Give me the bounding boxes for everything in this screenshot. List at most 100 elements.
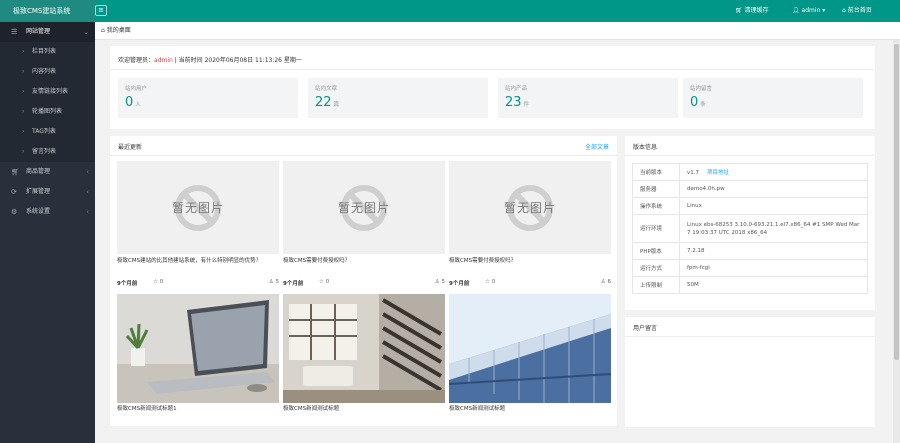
info-value: v1.7 项目地址 — [679, 163, 868, 181]
user-icon: 👤︎ — [792, 7, 800, 14]
article-title[interactable]: 极致CMS新闻测试标题1 — [117, 405, 279, 414]
chevron-down-icon: ⌄ — [83, 28, 89, 36]
view-count: ♙ 5 — [435, 279, 445, 285]
panel-title: 最近更新 — [118, 144, 143, 151]
chevron-right-icon: › — [22, 148, 25, 155]
table-row: PHP版本 7.2.18 — [632, 242, 868, 260]
like-count[interactable]: ☆ 0 — [485, 279, 495, 285]
table-row: 当前版本 v1.7 项目地址 — [632, 163, 868, 181]
article-meta: 9个月前 ☆ 0 ♙ 5 — [283, 279, 445, 287]
sidebar-group-settings[interactable]: ⚙ 系统设置 ‹ — [0, 202, 95, 222]
front-home-button[interactable]: ⌂ 前台首页 — [842, 0, 872, 22]
tab-bar: ⌂ 我的桌面 — [95, 22, 900, 40]
sidebar-item-columns[interactable]: › 栏目列表 — [0, 42, 95, 62]
stat-number: 23 — [505, 95, 522, 110]
stat-messages: 站内留言 0条 — [683, 78, 863, 118]
scrollbar-thumb[interactable] — [894, 44, 899, 360]
chevron-left-icon: ‹ — [86, 208, 89, 216]
tab-label: 我的桌面 — [106, 27, 131, 34]
no-image-text: 暂无图片 — [337, 201, 390, 215]
stat-label: 站内用户 — [125, 86, 148, 92]
sidebar: ☰ 网站管理 ⌄ › 栏目列表 › 内容列表 › 友情链接列表 › 轮播图列表 › TAG… — [0, 22, 95, 443]
stat-unit: 条 — [700, 102, 706, 108]
clear-cache-label: 清理缓存 — [744, 7, 769, 14]
user-menu[interactable]: 👤︎ admin ▾ — [792, 0, 825, 22]
sidebar-item-label: 留言列表 — [32, 148, 57, 155]
sidebar-item-tags[interactable]: › TAG列表 — [0, 122, 95, 142]
sidebar-group-label: 系统设置 — [26, 208, 51, 215]
info-key: 上传限制 — [632, 276, 680, 294]
article-card[interactable]: 暂无图片 极致CMS建站的比其他建站系统，有什么特别明显的优势？ 9个月前 ☆ … — [117, 161, 279, 291]
article-title[interactable]: 极致CMS建站的比其他建站系统，有什么特别明显的优势？ — [117, 257, 279, 266]
divider — [110, 69, 875, 70]
list-icon: ☰ — [11, 28, 18, 36]
laptop-photo — [117, 294, 279, 403]
article-title[interactable]: 极致CMS新闻测试标题 — [449, 405, 611, 414]
cart-icon: 🛒︎ — [735, 7, 743, 14]
stat-label: 站内产品 — [505, 86, 528, 92]
table-row: 操作系统 Linux — [632, 197, 868, 215]
project-link[interactable]: 项目地址 — [707, 170, 729, 176]
divider — [625, 155, 875, 156]
caret-down-icon: ▾ — [822, 7, 826, 14]
article-card[interactable]: 极致CMS新闻测试标题1 — [117, 294, 279, 419]
sidebar-item-messages[interactable]: › 留言列表 — [0, 142, 95, 162]
no-image-text: 暂无图片 — [171, 201, 224, 215]
view-number: 5 — [275, 279, 280, 285]
info-value: Linux — [679, 197, 868, 215]
article-card[interactable]: 极致CMS新闻测试标题 — [449, 294, 611, 419]
chevron-left-icon: ‹ — [86, 188, 89, 196]
stat-unit: 件 — [523, 102, 530, 108]
version-info-panel: 版本信息 当前版本 v1.7 项目地址 服务器 demo4.0h.pw 操作系统 Lin… — [625, 136, 875, 310]
like-count[interactable]: ☆ 0 — [319, 279, 329, 285]
stat-number: 0 — [690, 95, 699, 110]
menu-toggle-icon[interactable]: ≡ — [95, 5, 107, 16]
divider — [110, 155, 617, 156]
sidebar-item-contents[interactable]: › 内容列表 — [0, 62, 95, 82]
sidebar-group-products[interactable]: 🛒︎ 商品管理 ‹ — [0, 162, 95, 182]
like-count[interactable]: ☆ 0 — [153, 279, 163, 285]
current-time: | 当前时间 2020年06月08日 11:13:26 星期一 — [174, 57, 302, 64]
stat-unit: 人 — [135, 102, 141, 108]
star-icon: ☆ — [153, 279, 158, 285]
sidebar-item-banners[interactable]: › 轮播图列表 — [0, 102, 95, 122]
sidebar-item-links[interactable]: › 友情链接列表 — [0, 82, 95, 102]
stat-value: 0人 — [125, 95, 141, 110]
home-icon: ⌂ — [842, 7, 846, 14]
article-card[interactable]: 暂无图片 极致CMS需要付费授权吗？ 9个月前 ☆ 0 ♙ 5 — [283, 161, 445, 291]
no-image-placeholder: 暂无图片 — [283, 161, 445, 254]
panel-title: 版本信息 — [633, 144, 658, 151]
stat-number: 0 — [125, 95, 134, 110]
all-articles-link[interactable]: 全部文章 — [585, 142, 609, 151]
article-title[interactable]: 极致CMS需要付费授权吗？ — [283, 257, 445, 266]
info-value: 7.2.18 — [679, 242, 868, 260]
info-value: demo4.0h.pw — [679, 180, 868, 198]
table-row: 运行环境 Linux ebs-68253 3.10.0-693.21.1.el7.… — [632, 214, 868, 243]
article-title[interactable]: 极致CMS需要付费授权吗？ — [449, 257, 611, 266]
app-title[interactable]: 极致CMS建站系统 — [0, 0, 95, 22]
article-card[interactable]: 暂无图片 极致CMS需要付费授权吗？ 9个月前 ☆ 0 ♙ 6 — [449, 161, 611, 291]
info-key: PHP版本 — [632, 242, 680, 260]
no-image-text: 暂无图片 — [503, 201, 556, 215]
sidebar-item-label: 内容列表 — [32, 68, 57, 75]
stat-label: 站内文章 — [315, 86, 338, 92]
star-icon: ☆ — [485, 279, 490, 285]
article-meta: 9个月前 ☆ 0 ♙ 5 — [117, 279, 279, 287]
info-key: 服务器 — [632, 180, 680, 198]
sidebar-group-extensions[interactable]: ⟳ 扩展管理 ‹ — [0, 182, 95, 202]
info-key: 运行方式 — [632, 259, 680, 277]
article-card[interactable]: 极致CMS新闻测试标题 — [283, 294, 445, 419]
info-value: Linux ebs-68253 3.10.0-693.21.1.el7.x86_… — [679, 214, 868, 243]
home-icon: ⌂ — [101, 27, 105, 34]
gear-icon: ⚙ — [11, 208, 18, 216]
like-number: 0 — [491, 279, 496, 285]
article-date: 9个月前 — [449, 281, 470, 287]
tab-my-desktop[interactable]: ⌂ 我的桌面 — [101, 22, 131, 40]
user-icon: ♙ — [600, 279, 606, 285]
like-number: 0 — [159, 279, 164, 285]
version-value: v1.7 — [687, 170, 700, 176]
sidebar-group-site[interactable]: ☰ 网站管理 ⌄ — [0, 22, 95, 42]
article-title[interactable]: 极致CMS新闻测试标题 — [283, 405, 445, 414]
clear-cache-button[interactable]: 🛒︎ 清理缓存 — [735, 0, 769, 22]
welcome-line: 欢迎管理员：admin | 当前时间 2020年06月08日 11:13:26 … — [118, 55, 302, 64]
